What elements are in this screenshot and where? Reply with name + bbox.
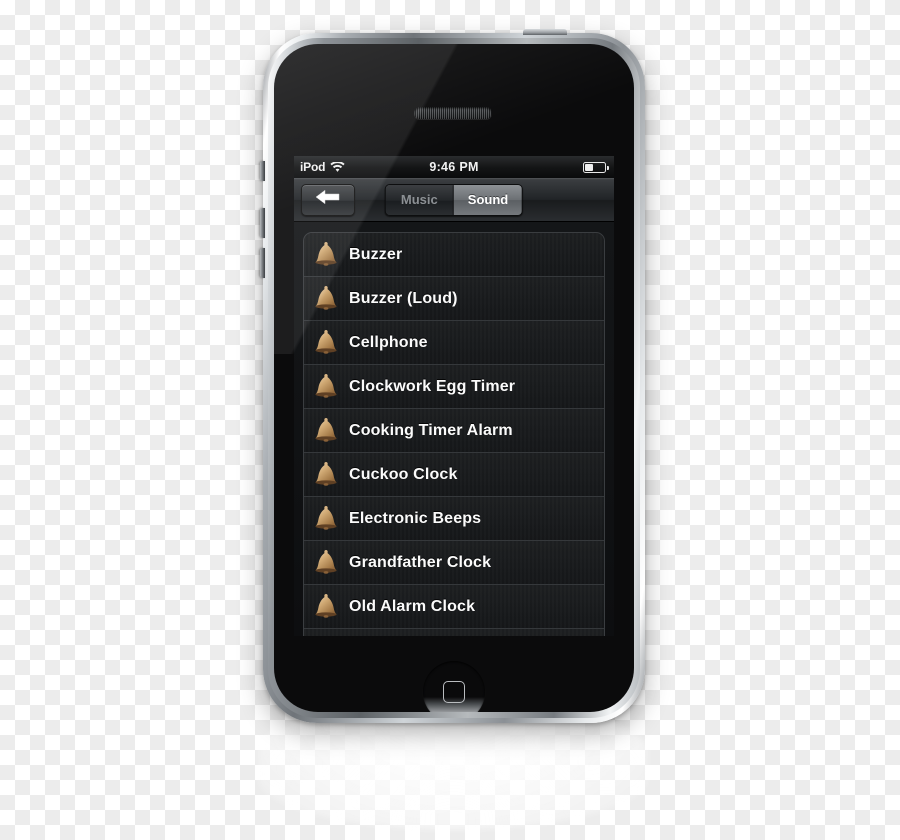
list-item[interactable]: Electronic Beeps (304, 497, 604, 541)
bell-icon (315, 461, 337, 486)
battery-icon (583, 162, 610, 173)
list-item[interactable]: Grandfather Clock (304, 541, 604, 585)
bell-icon (315, 373, 337, 398)
bell-icon (315, 285, 337, 310)
bell-icon (315, 593, 337, 618)
home-button[interactable] (423, 661, 485, 712)
status-time: 9:46 PM (429, 160, 479, 174)
volume-up-button[interactable] (260, 208, 265, 238)
segmented-control[interactable]: Music Sound (384, 183, 524, 216)
sound-list-group: Buzzer Buzzer (Loud) Cellphone Clockwork… (303, 232, 605, 636)
volume-down-button[interactable] (260, 248, 265, 278)
navigation-bar: Music Sound (294, 178, 614, 222)
list-item[interactable]: Clockwork Egg Timer (304, 365, 604, 409)
home-square-icon (443, 681, 465, 703)
tab-music[interactable]: Music (385, 184, 454, 215)
ring-silent-switch[interactable] (260, 161, 265, 181)
bell-icon (315, 549, 337, 574)
power-button[interactable] (523, 29, 567, 35)
list-item-label: Cooking Timer Alarm (349, 421, 513, 439)
list-item-label: Clockwork Egg Timer (349, 377, 516, 395)
list-item-label: Grandfather Clock (349, 553, 492, 571)
device-face: iPod 9:46 PM Music Sound Buzzer Buzzer (… (274, 44, 634, 712)
list-item-label: Old Alarm Clock (349, 597, 476, 615)
list-item-label: Electronic Beeps (349, 509, 482, 527)
list-item[interactable]: Buzzer (Loud) (304, 277, 604, 321)
bell-icon (315, 417, 337, 442)
list-item[interactable]: Cellphone (304, 321, 604, 365)
list-item[interactable]: Buzzer (304, 233, 604, 277)
bell-icon (315, 329, 337, 354)
iphone-device: iPod 9:46 PM Music Sound Buzzer Buzzer (… (260, 29, 645, 723)
screenshot-canvas: iPod 9:46 PM Music Sound Buzzer Buzzer (… (0, 0, 900, 840)
back-arrow-icon (315, 189, 341, 210)
back-button[interactable] (301, 183, 355, 216)
list-item-label: Buzzer (349, 245, 403, 263)
list-item[interactable]: Old Alarm Clock (304, 585, 604, 629)
battery-fill (585, 164, 593, 171)
bell-icon (315, 505, 337, 530)
list-item[interactable]: Cooking Timer Alarm (304, 409, 604, 453)
list-item-partial[interactable] (304, 629, 604, 636)
list-item[interactable]: Cuckoo Clock (304, 453, 604, 497)
list-item-label: Cellphone (349, 333, 428, 351)
list-item-label: Buzzer (Loud) (349, 289, 458, 307)
sound-list-scroll-area[interactable]: Buzzer Buzzer (Loud) Cellphone Clockwork… (294, 222, 614, 636)
status-bar: iPod 9:46 PM (294, 156, 614, 178)
tab-sound[interactable]: Sound (453, 184, 523, 215)
device-screen: iPod 9:46 PM Music Sound Buzzer Buzzer (… (294, 156, 614, 636)
earpiece-speaker-icon (414, 107, 492, 119)
list-item-label: Cuckoo Clock (349, 465, 458, 483)
bell-icon (315, 241, 337, 266)
